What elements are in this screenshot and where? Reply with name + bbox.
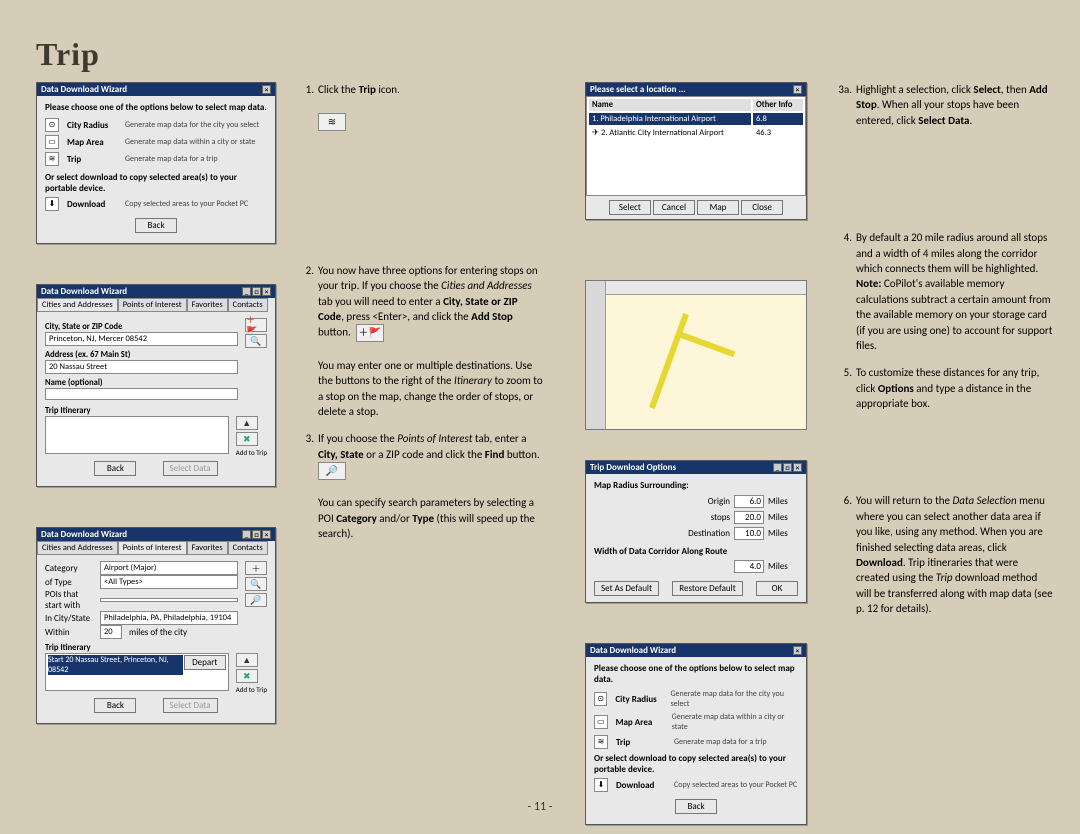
tab-cities[interactable]: Cities and Addresses <box>37 298 118 312</box>
select-data-button[interactable]: Select Data <box>163 698 218 713</box>
back-button[interactable]: Back <box>675 799 717 814</box>
address-input[interactable]: 20 Nassau Street <box>45 360 238 374</box>
tab-favorites[interactable]: Favorites <box>187 298 228 312</box>
zoom-icon[interactable]: 🔍 <box>245 334 267 348</box>
map-button[interactable]: Map <box>697 200 739 215</box>
step-4: 4. By default a 20 mile radius around al… <box>838 230 1053 353</box>
map-screenshot <box>585 280 807 430</box>
page-title: Trip <box>36 36 100 73</box>
type-select[interactable]: <All Types> <box>100 575 238 589</box>
column-instructions: 1. Click the Trip icon. ≋ 2. You now hav… <box>300 82 545 554</box>
cancel-button[interactable]: Cancel <box>653 200 695 215</box>
depart-button[interactable]: Depart <box>184 655 226 670</box>
find-icon[interactable]: 🔎 <box>245 593 267 607</box>
wizard-window-2: Data Download Wizard× Please choose one … <box>585 643 807 825</box>
back-button[interactable]: Back <box>135 218 177 233</box>
back-button[interactable]: Back <box>94 698 136 713</box>
restore-default-button[interactable]: Restore Default <box>672 581 742 596</box>
category-select[interactable]: Airport (Major) <box>100 561 238 575</box>
add-stop-icon-inline: ＋🚩 <box>356 324 384 342</box>
add-to-trip-label: Add to Trip <box>236 448 267 457</box>
trip-icon-inline: ≋ <box>318 113 346 131</box>
find-icon-inline: 🔎 <box>318 462 346 480</box>
step-1: 1. Click the Trip icon. ≋ <box>300 82 545 131</box>
column-screenshots-left: Data Download Wizard × Please choose one… <box>36 82 276 724</box>
city-input[interactable]: Princeton, NJ, Mercer 08542 <box>45 332 238 346</box>
wizard-window-1: Data Download Wizard × Please choose one… <box>36 82 276 244</box>
wizard-intro: Please choose one of the options below t… <box>45 102 267 113</box>
step-2: 2. You now have three options for enteri… <box>300 263 545 420</box>
in-city-input[interactable]: Philadelphia, PA, Philadelphia, 19104 <box>100 611 238 625</box>
ok-button[interactable]: OK <box>756 581 798 596</box>
tab-poi[interactable]: Points of Interest <box>118 298 187 312</box>
corridor-input[interactable]: 4.0 <box>734 560 764 573</box>
stops-input[interactable]: 20.0 <box>734 511 764 524</box>
trip-icon: ≋ <box>45 152 59 166</box>
tab-contacts[interactable]: Contacts <box>228 298 268 312</box>
delete-stop-icon[interactable]: ✖ <box>236 432 258 446</box>
itinerary-list[interactable] <box>45 416 229 454</box>
step-3a: 3a. Highlight a selection, click Select,… <box>838 82 1053 128</box>
column-screenshots-right: Please select a location ...× NameOther … <box>585 82 807 825</box>
page-number: - 11 - <box>528 800 553 814</box>
select-data-button[interactable]: Select Data <box>163 461 218 476</box>
poi-window: Data Download Wizard_□× Cities and Addre… <box>36 527 276 724</box>
titlebar: Data Download Wizard × <box>37 83 275 96</box>
back-button[interactable]: Back <box>94 461 136 476</box>
close-button[interactable]: Close <box>741 200 783 215</box>
cities-window: Data Download Wizard_□× Cities and Addre… <box>36 284 276 487</box>
location-select-window: Please select a location ...× NameOther … <box>585 82 807 220</box>
table-row[interactable]: 1. Philadelphia International Airport6.8 <box>589 113 803 125</box>
column-instructions-right: 3a. Highlight a selection, click Select,… <box>838 82 1053 629</box>
window-title: Data Download Wizard <box>41 84 127 95</box>
add-poi-icon[interactable]: ＋ <box>245 561 267 575</box>
step-5: 5. To customize these distances for any … <box>838 365 1053 411</box>
step-3: 3. If you choose the Points of Interest … <box>300 431 545 541</box>
trip-options-window: Trip Download Options_□× Map Radius Surr… <box>585 460 807 603</box>
within-input[interactable]: 20 <box>100 625 122 639</box>
name-input[interactable] <box>45 388 238 400</box>
poi-itinerary-list[interactable]: Start 20 Nassau Street, Princeton, NJ, 0… <box>45 653 229 691</box>
destination-input[interactable]: 10.0 <box>734 527 764 540</box>
download-icon: ⬇ <box>45 197 59 211</box>
pois-start-input[interactable] <box>100 598 238 602</box>
step-6: 6. You will return to the Data Selection… <box>838 493 1053 616</box>
add-stop-icon[interactable]: ＋🚩 <box>245 318 267 332</box>
move-up-icon[interactable]: ▲ <box>236 416 258 430</box>
map-area-icon: ▭ <box>45 135 59 149</box>
close-icon[interactable]: × <box>262 85 271 94</box>
set-default-button[interactable]: Set As Default <box>594 581 659 596</box>
wizard-orline: Or select download to copy selected area… <box>45 172 267 194</box>
window-buttons[interactable]: × <box>261 84 271 95</box>
zoom-icon[interactable]: 🔍 <box>245 577 267 591</box>
table-row[interactable]: ✈ 2. Atlantic City International Airport… <box>589 127 803 139</box>
location-table: NameOther Info 1. Philadelphia Internati… <box>586 96 806 196</box>
origin-input[interactable]: 6.0 <box>734 495 764 508</box>
select-button[interactable]: Select <box>609 200 651 215</box>
city-radius-icon: ⊙ <box>45 118 59 132</box>
